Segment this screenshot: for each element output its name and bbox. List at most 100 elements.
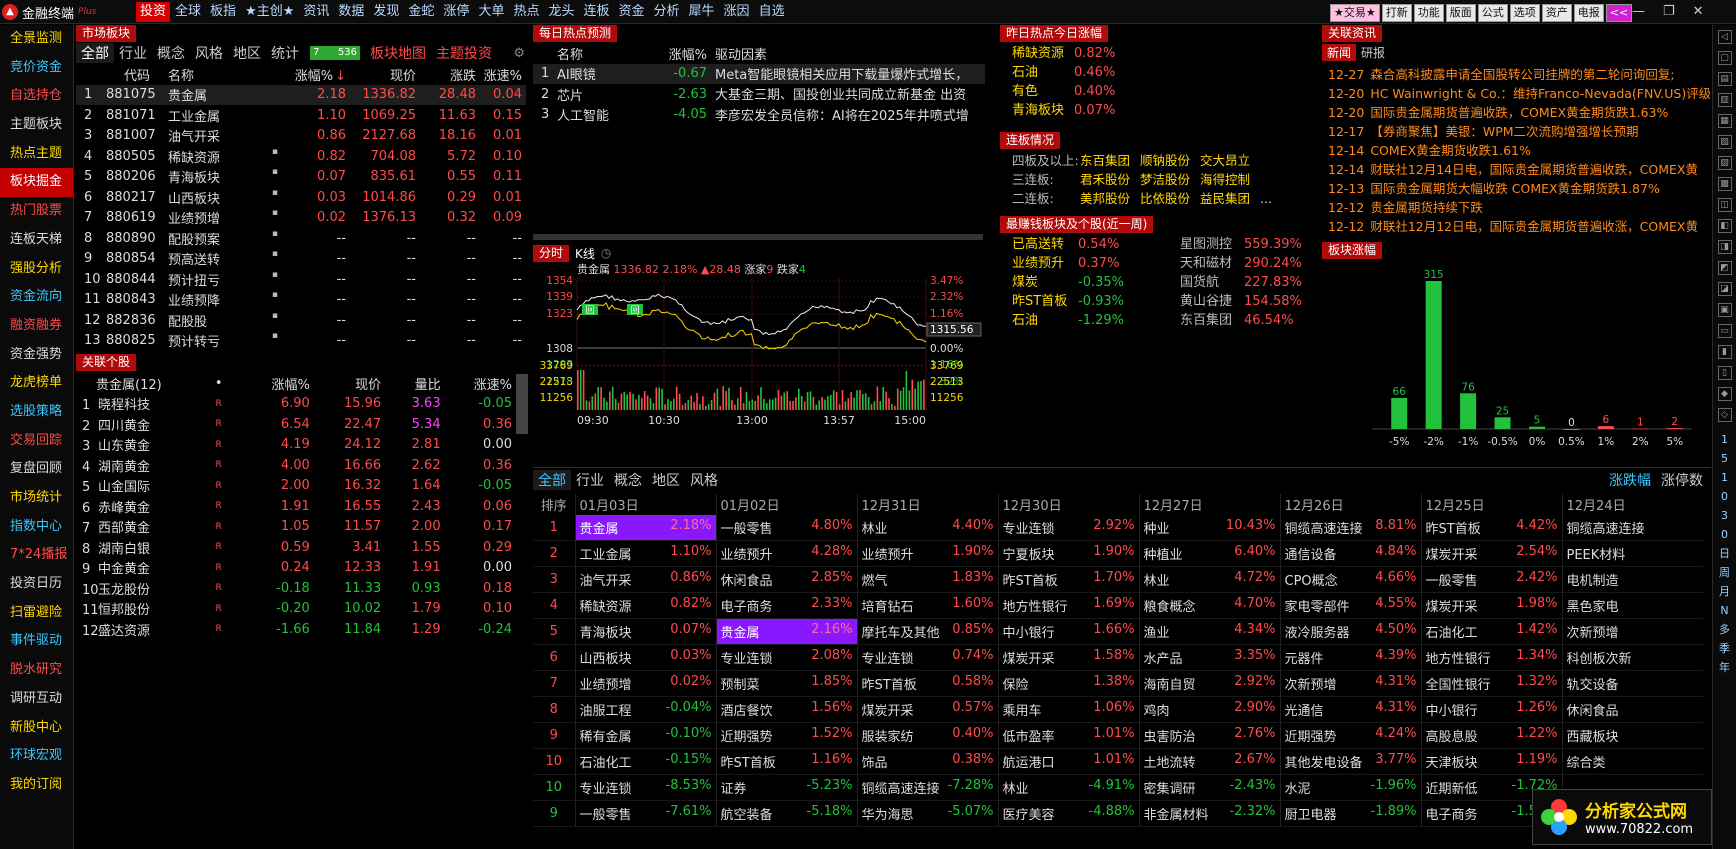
sector-cell[interactable]: 航空装备 -5.18% xyxy=(715,800,857,827)
sector-cell[interactable]: 乘用车 1.06% xyxy=(997,696,1139,723)
sector-cell[interactable]: 近期强势 1.52% xyxy=(715,722,857,749)
column-header[interactable]: 涨幅% xyxy=(655,43,711,64)
sector-cell[interactable]: 业绩预升 4.28% xyxy=(715,540,857,567)
nav-item[interactable]: 自选持仓 xyxy=(0,82,73,111)
column-header[interactable] xyxy=(76,64,106,85)
toolbar-button[interactable]: 选项 xyxy=(1509,4,1540,22)
sector-cell[interactable]: 光通信 4.31% xyxy=(1279,696,1421,723)
sector-cell[interactable]: 西藏板块 xyxy=(1561,722,1703,749)
table-row[interactable]: 12 882836 配股股 ▪ -- -- -- -- xyxy=(76,310,526,331)
nav-item[interactable]: 交易回踪 xyxy=(0,427,73,456)
sector-cell[interactable]: 粮食概念 4.70% xyxy=(1138,592,1280,619)
sector-cell[interactable]: 其他发电设备 3.77% xyxy=(1279,748,1421,775)
list-item[interactable]: 已高送转 0.54% xyxy=(1000,235,1180,254)
list-item[interactable]: 东百集团 46.54% xyxy=(1180,311,1320,330)
table-row[interactable]: 9 中金黄金 R 0.24 12.33 1.91 0.00 xyxy=(76,558,516,579)
sector-cell[interactable]: 铜缆高速连接 xyxy=(1561,514,1703,541)
tool-icon[interactable]: ▦ xyxy=(1717,114,1732,128)
nav-item[interactable]: 新股中心 xyxy=(0,714,73,743)
list-item[interactable]: 业绩预升 0.37% xyxy=(1000,254,1180,273)
tool-icon[interactable]: ▯ xyxy=(1717,366,1732,380)
sector-cell[interactable]: 昨ST首板 4.42% xyxy=(1420,514,1562,541)
news-item[interactable]: 12-14 财联社12月14日电，国际贵金属期货普遍收跌，COMEX黄 xyxy=(1322,160,1710,179)
sector-cell[interactable]: 贵金属 2.18% xyxy=(574,514,716,541)
tool-icon[interactable]: ▮ xyxy=(1717,345,1732,359)
sector-cell[interactable]: 非金属材料 -2.32% xyxy=(1138,800,1280,827)
market-tab[interactable]: 统计 xyxy=(266,43,304,63)
table-row[interactable]: 7 业绩预增 0.02% 预制菜 1.85% 昨ST首板 0.58% 保险 1.38% 海南自贸 2… xyxy=(533,670,1703,697)
sector-cell[interactable]: 铜缆高速连接 -7.28% xyxy=(856,774,998,801)
sector-map-link[interactable]: 板块地图 xyxy=(370,43,426,63)
period-item[interactable]: 季 xyxy=(1713,639,1736,658)
sector-cell[interactable]: 专业连锁 -8.53% xyxy=(574,774,716,801)
tool-icon[interactable]: ▣ xyxy=(1717,303,1732,317)
nav-item[interactable]: 竞价资金 xyxy=(0,54,73,83)
column-header[interactable]: • xyxy=(207,373,231,394)
history-tab[interactable]: 地区 xyxy=(647,470,685,490)
sector-cell[interactable]: 低市盈率 1.01% xyxy=(997,722,1139,749)
news-item[interactable]: 12-27 森合高科披露申请全国股转公司挂牌的第二轮问询回复; xyxy=(1322,65,1710,84)
nav-item[interactable]: 龙虎榜单 xyxy=(0,369,73,398)
tool-icon[interactable]: ◫ xyxy=(1717,198,1732,212)
table-row[interactable]: 3 油气开采 0.86% 休闲食品 2.85% 燃气 1.83% 昨ST首板 1.70% 林业 4.… xyxy=(533,566,1703,593)
sector-cell[interactable]: 证券 -5.23% xyxy=(715,774,857,801)
board-stock[interactable]: 梦洁股份 xyxy=(1140,172,1190,187)
nav-item[interactable]: 脱水研究 xyxy=(0,656,73,685)
sector-cell[interactable]: 一般零售 4.80% xyxy=(715,514,857,541)
tool-icon[interactable]: ▩ xyxy=(1717,177,1732,191)
sector-cell[interactable]: 青海板块 0.07% xyxy=(574,618,716,645)
h-scrollbar[interactable] xyxy=(533,234,983,240)
board-stock[interactable]: 海得控制 xyxy=(1200,172,1250,187)
table-row[interactable]: 5 青海板块 0.07% 贵金属 2.16% 摩托车及其他 0.85% 中小银行 1.66% 渔业… xyxy=(533,618,1703,645)
list-item[interactable]: 昨ST首板 -0.93% xyxy=(1000,292,1180,311)
column-header[interactable]: 涨跌 xyxy=(420,64,480,85)
sector-cell[interactable]: 地方性银行 1.69% xyxy=(997,592,1139,619)
table-row[interactable]: 11恒邦股份 R -0.20 10.02 1.79 0.10 xyxy=(76,599,516,620)
period-item[interactable]: 5 xyxy=(1713,449,1736,468)
sector-cell[interactable]: 密集调研 -2.43% xyxy=(1138,774,1280,801)
sector-cell[interactable]: 铜缆高速连接 8.81% xyxy=(1279,514,1421,541)
table-row[interactable]: 4 湖南黄金 R 4.00 16.66 2.62 0.36 xyxy=(76,455,516,476)
period-item[interactable]: 1 xyxy=(1713,430,1736,449)
table-row[interactable]: 2 工业金属 1.10% 业绩预升 4.28% 业绩预升 1.90% 宁夏板块 1.90% 种植业… xyxy=(533,540,1703,567)
table-row[interactable]: 5 山金国际 R 2.00 16.32 1.64 -0.05 xyxy=(76,476,516,497)
column-header[interactable]: 涨幅% ↓ xyxy=(288,64,350,85)
tool-icon[interactable]: ◧ xyxy=(1717,219,1732,233)
table-row[interactable]: 12盛达资源 R -1.66 11.84 1.29 -0.24 xyxy=(76,619,516,640)
board-stock[interactable]: 东百集团 xyxy=(1080,153,1130,168)
tab-limit-up[interactable]: 涨停数 xyxy=(1661,470,1703,490)
menu-item[interactable]: 投资 xyxy=(136,2,171,22)
tool-icon[interactable]: ▭ xyxy=(1717,324,1732,338)
board-stock[interactable]: 比依股份 xyxy=(1140,191,1190,206)
sector-cell[interactable]: 土地流转 2.67% xyxy=(1138,748,1280,775)
list-item[interactable]: 石油 0.46% xyxy=(1000,63,1320,82)
column-header[interactable]: 驱动因素 xyxy=(711,43,985,64)
sector-cell[interactable]: 近期强势 4.24% xyxy=(1279,722,1421,749)
history-tab[interactable]: 全部 xyxy=(533,470,571,490)
date-header[interactable]: 12月24日 xyxy=(1561,494,1703,515)
table-row[interactable]: 2 芯片 -2.63 大基金三期、国投创业共同成立新基金 出资 xyxy=(533,84,985,105)
board-stock[interactable]: 交大昂立 xyxy=(1200,153,1250,168)
sector-cell[interactable]: 次新预增 xyxy=(1561,618,1703,645)
table-row[interactable]: 13 880825 预计转亏 ▪ -- -- -- -- xyxy=(76,331,526,352)
date-header[interactable]: 12月31日 xyxy=(856,494,998,515)
theme-invest-link[interactable]: 主题投资 xyxy=(436,43,492,63)
sector-cell[interactable]: PEEK材料 xyxy=(1561,540,1703,567)
sector-cell[interactable]: 高股息股 1.22% xyxy=(1420,722,1562,749)
sector-cell[interactable]: 燃气 1.83% xyxy=(856,566,998,593)
toolbar-button[interactable]: 版面 xyxy=(1445,4,1476,22)
sector-cell[interactable]: 饰品 0.38% xyxy=(856,748,998,775)
sector-cell[interactable]: 电子商务 2.33% xyxy=(715,592,857,619)
nav-item[interactable]: 市场统计 xyxy=(0,484,73,513)
scrollbar[interactable] xyxy=(516,374,528,434)
market-tab[interactable]: 概念 xyxy=(152,43,190,63)
sector-cell[interactable]: 石油化工 1.42% xyxy=(1420,618,1562,645)
sector-cell[interactable]: 山西板块 0.03% xyxy=(574,644,716,671)
nav-item[interactable]: 指数中心 xyxy=(0,513,73,542)
sector-cell[interactable]: 煤炭开采 0.57% xyxy=(856,696,998,723)
sector-cell[interactable]: 油气开采 0.86% xyxy=(574,566,716,593)
menu-item[interactable]: 资讯 xyxy=(299,2,333,22)
sector-cell[interactable]: 工业金属 1.10% xyxy=(574,540,716,567)
board-stock[interactable]: 益民集团 xyxy=(1200,191,1250,206)
column-header[interactable]: 名称 xyxy=(168,64,288,85)
